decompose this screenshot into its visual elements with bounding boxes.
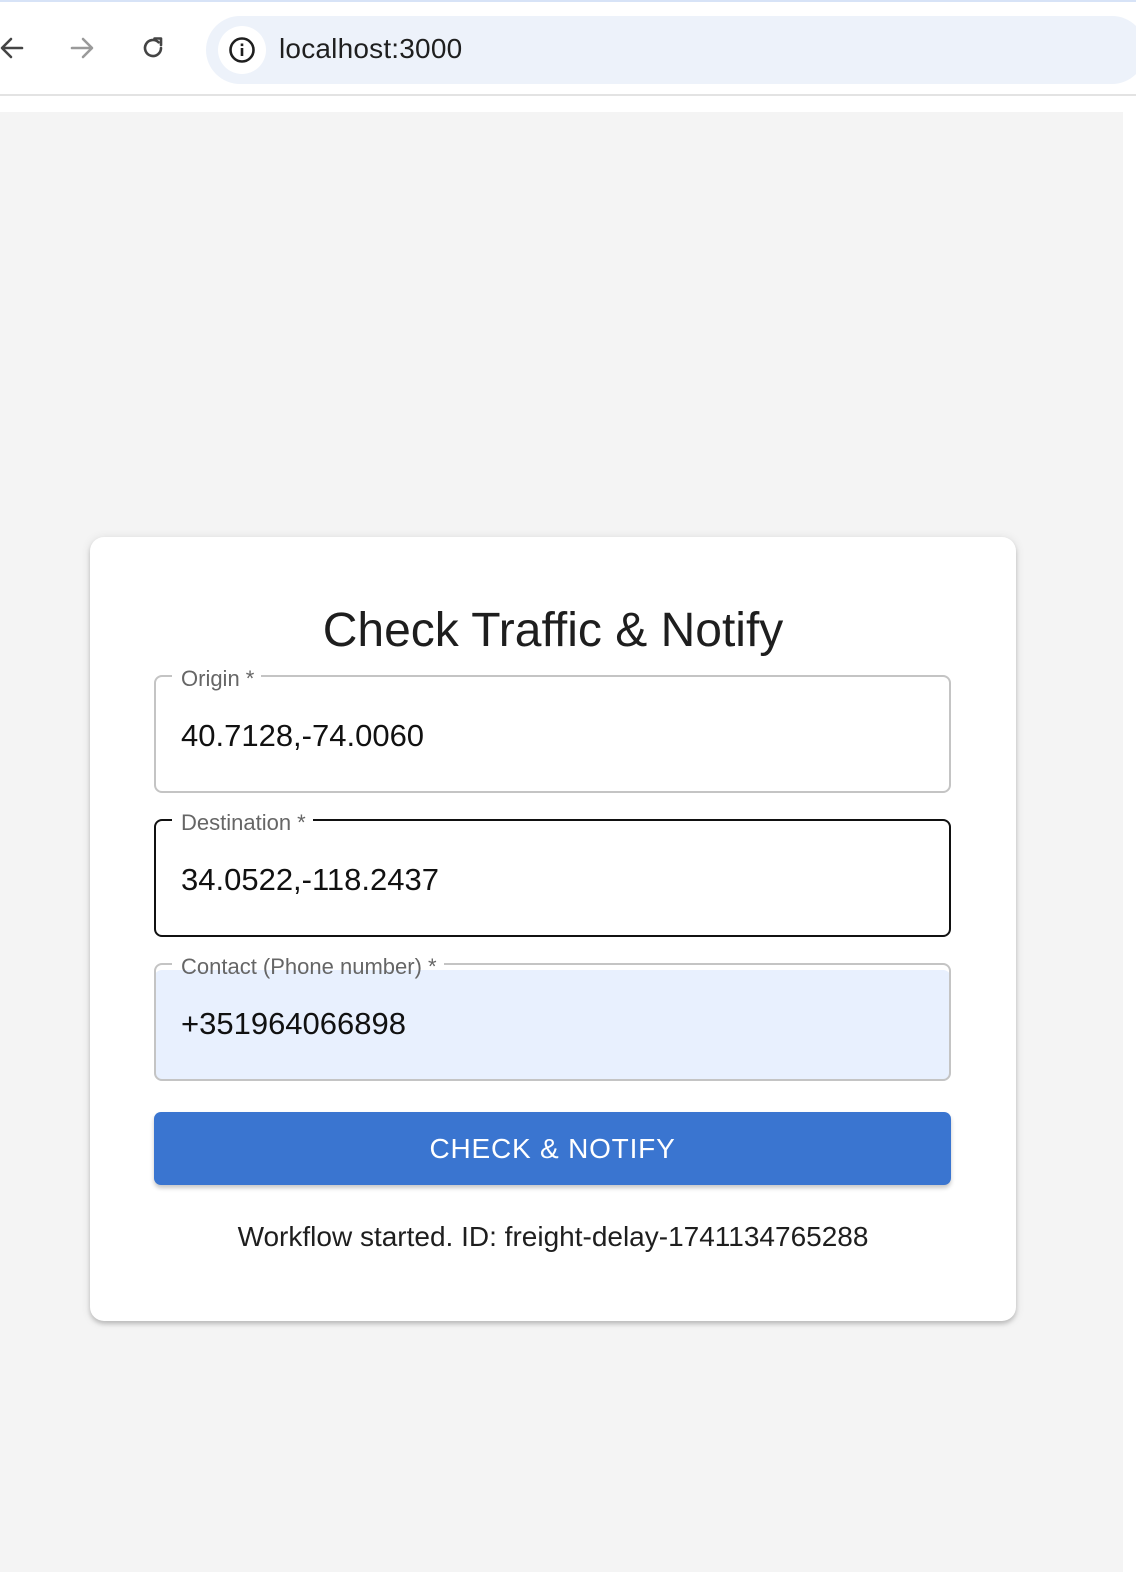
contact-input[interactable] xyxy=(181,1006,921,1042)
page-background: Check Traffic & Notify Origin * Origin *… xyxy=(0,112,1123,1572)
url-text[interactable]: localhost:3000 xyxy=(279,33,462,65)
check-notify-button[interactable]: CHECK & NOTIFY xyxy=(154,1112,951,1185)
browser-toolbar: localhost:3000 xyxy=(0,0,1136,96)
reload-button[interactable] xyxy=(133,28,173,68)
address-bar[interactable]: localhost:3000 xyxy=(206,16,1136,84)
site-info-button[interactable] xyxy=(218,26,266,74)
destination-input[interactable] xyxy=(181,862,921,898)
info-icon xyxy=(229,37,255,63)
form-card: Check Traffic & Notify Origin * Origin *… xyxy=(90,537,1016,1321)
origin-field[interactable]: Origin * Origin * xyxy=(154,666,951,793)
contact-label: Contact (Phone number) * xyxy=(181,954,437,979)
back-button[interactable] xyxy=(0,28,32,68)
arrow-right-icon xyxy=(70,37,94,59)
forward-button[interactable] xyxy=(62,28,102,68)
reload-icon xyxy=(143,37,163,58)
arrow-left-icon xyxy=(0,37,24,59)
destination-label: Destination * xyxy=(181,810,306,835)
origin-input[interactable] xyxy=(181,718,921,754)
page-title: Check Traffic & Notify xyxy=(322,604,784,657)
destination-field[interactable]: Destination * Destination * xyxy=(154,810,951,937)
workflow-status: Workflow started. ID: freight-delay-1741… xyxy=(237,1221,869,1252)
contact-field[interactable]: Contact (Phone number) * Contact (Phone … xyxy=(154,954,951,1081)
origin-label: Origin * xyxy=(181,666,255,691)
